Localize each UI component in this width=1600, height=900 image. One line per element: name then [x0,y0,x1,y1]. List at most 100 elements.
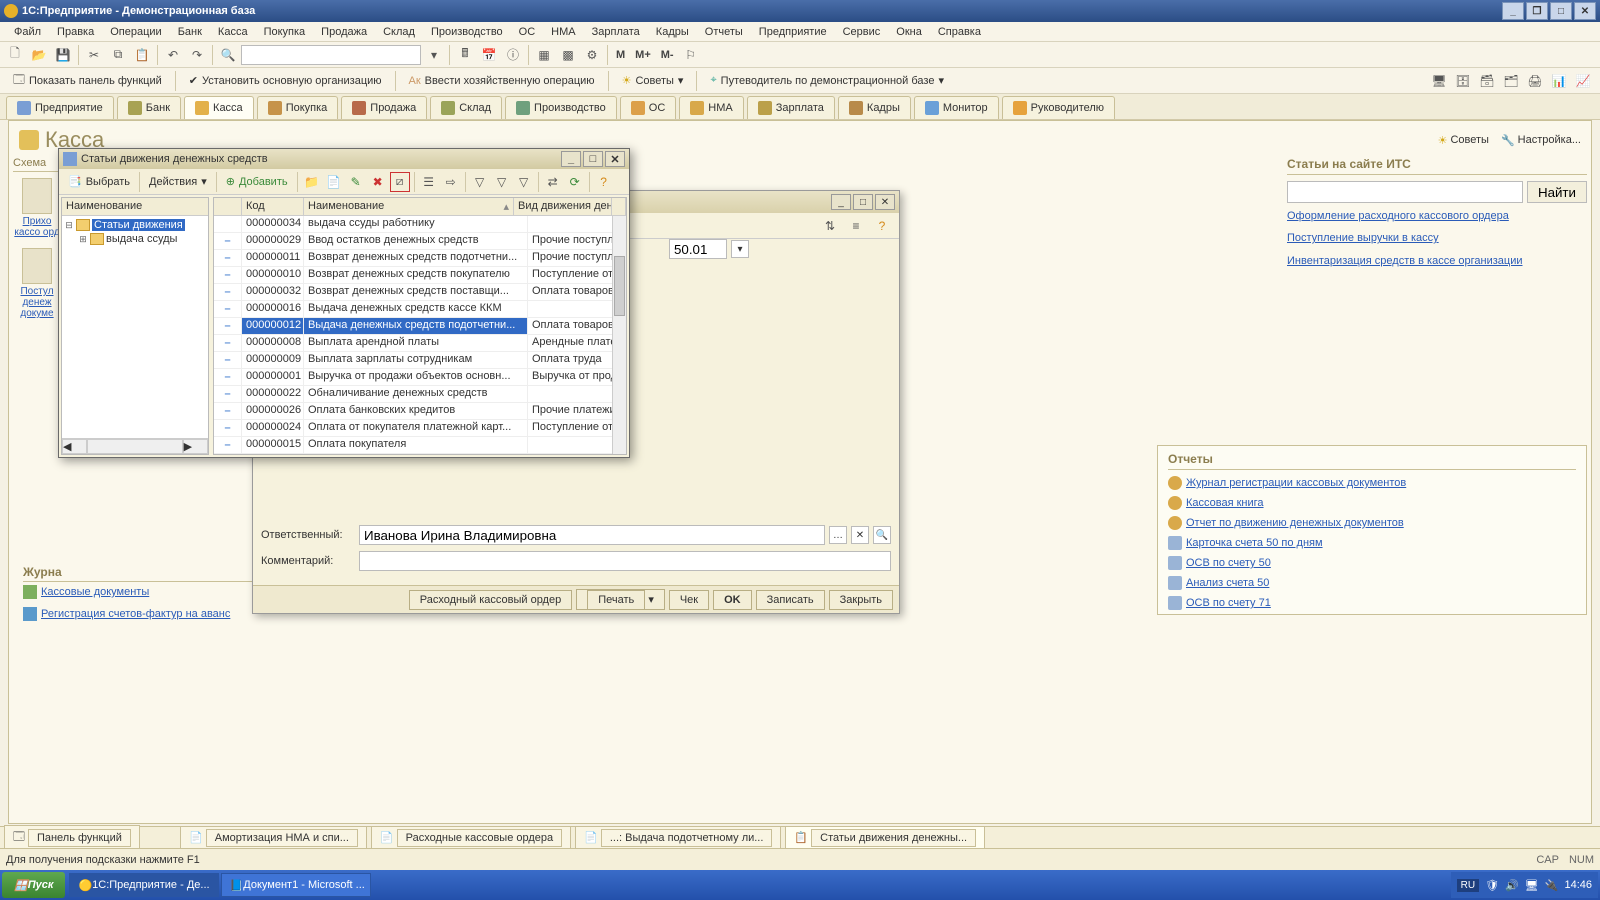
add-folder-icon[interactable]: 📁 [302,172,322,192]
report-7[interactable]: ОСВ по счету 71 [1168,596,1576,610]
ext-icon-7[interactable]: 📈 [1572,70,1594,92]
order-help-icon[interactable]: ? [871,215,893,237]
tree-root[interactable]: ⊟ Статьи движения [64,218,206,232]
start-button[interactable]: 🪟 Пуск [2,872,65,898]
go-icon[interactable]: ⇄ [543,172,563,192]
its-link-1[interactable]: Оформление расходного кассового ордера [1287,209,1587,223]
info-icon[interactable]: ⓘ [502,44,524,66]
menu-hr[interactable]: Кадры [648,24,697,40]
tray-icon-1[interactable]: 🛡 [1485,879,1499,892]
menu-edit[interactable]: Правка [49,24,102,40]
ext-icon-3[interactable]: 🗃 [1476,70,1498,92]
mark-delete-icon[interactable]: ⧄ [390,172,410,192]
mdi-win-2[interactable]: 📄 Расходные кассовые ордера [371,826,571,850]
redo-icon[interactable]: ↷ [186,44,208,66]
its-link-3[interactable]: Инвентаризация средств в кассе организац… [1287,254,1587,268]
menu-windows[interactable]: Окна [888,24,930,40]
report-5[interactable]: ОСВ по счету 50 [1168,556,1576,570]
tab-prod[interactable]: Производство [505,96,617,119]
its-find-button[interactable]: Найти [1527,181,1587,203]
menu-operations[interactable]: Операции [102,24,169,40]
open-icon[interactable]: 📂 [28,44,50,66]
modal-close-button[interactable]: ✕ [605,151,625,167]
menu-nma[interactable]: НМА [543,24,583,40]
select-button[interactable]: 📑 Выбрать [63,172,135,191]
order-write[interactable]: Записать [756,590,825,610]
menu-salary[interactable]: Зарплата [584,24,648,40]
scheme-icon-1[interactable] [22,178,52,214]
report-3[interactable]: Отчет по движению денежных документов [1168,516,1576,530]
set-org-button[interactable]: ✔Установить основную организацию [182,71,389,90]
ext-icon-6[interactable]: 📊 [1548,70,1570,92]
order-print-main[interactable]: Расходный кассовый ордер [409,590,572,610]
responsible-input[interactable] [359,525,825,545]
table-row[interactable]: –000000008Выплата арендной платыАрендные… [214,335,626,352]
order-close[interactable]: Закрыть [829,590,893,610]
menu-purchase[interactable]: Покупка [256,24,314,40]
hierarchy-icon[interactable]: ☰ [419,172,439,192]
menu-enterprise[interactable]: Предприятие [751,24,835,40]
tab-os[interactable]: ОС [620,96,677,119]
order-tool-1[interactable]: ⇅ [819,215,841,237]
order-close-button[interactable]: ✕ [875,194,895,210]
edit-icon[interactable]: ✎ [346,172,366,192]
tab-salary[interactable]: Зарплата [747,96,835,119]
report-4[interactable]: Карточка счета 50 по дням [1168,536,1576,550]
tab-purchase[interactable]: Покупка [257,96,339,119]
ext-icon-2[interactable]: 🗄 [1452,70,1474,92]
ext-icon-5[interactable]: 🖨 [1524,70,1546,92]
journal-link-1[interactable]: Кассовые документы [23,585,230,599]
its-search-input[interactable] [1287,181,1523,203]
tips-button[interactable]: ☀Советы▾ [615,71,691,90]
modal-max-button[interactable]: □ [583,151,603,167]
calc-icon[interactable]: 🖩 [454,44,476,66]
lang-indicator[interactable]: RU [1457,879,1479,892]
table-row[interactable]: –000000032Возврат денежных средств поста… [214,284,626,301]
actions-menu[interactable]: Действия ▾ [144,172,212,191]
col-name[interactable]: Наименование ▴ [304,198,514,215]
table-row[interactable]: –000000001Выручка от продажи объектов ос… [214,369,626,386]
guide-button[interactable]: ⌖Путеводитель по демонстрационной базе▾ [703,71,951,90]
order-print-menu[interactable]: Печать ▾ [576,589,665,610]
menu-file[interactable]: Файл [6,24,49,40]
menu-cash[interactable]: Касса [210,24,256,40]
calendar-icon[interactable]: 📅 [478,44,500,66]
delete-icon[interactable]: ✖ [368,172,388,192]
tab-monitor[interactable]: Монитор [914,96,999,119]
paste-icon[interactable]: 📋 [131,44,153,66]
scheme-icon-2[interactable] [22,248,52,284]
tray-icon-2[interactable]: 🔊 [1505,879,1519,892]
modal-help-icon[interactable]: ? [594,172,614,192]
tab-sale[interactable]: Продажа [341,96,427,119]
order-ok[interactable]: OK [713,590,752,610]
tab-boss[interactable]: Руководителю [1002,96,1115,119]
report-1[interactable]: Журнал регистрации кассовых документов [1168,476,1576,490]
close-button[interactable]: ✕ [1574,2,1596,20]
menu-service[interactable]: Сервис [835,24,889,40]
tray-icon-3[interactable]: 🖥 [1525,879,1539,892]
search-icon[interactable]: 🔍 [217,44,239,66]
report-6[interactable]: Анализ счета 50 [1168,576,1576,590]
mdi-win-4[interactable]: 📋 Статьи движения денежны... [785,826,985,850]
mdi-panel[interactable]: 🗔 Панель функций [4,825,140,850]
order-receipt[interactable]: Чек [669,590,709,610]
tree-child[interactable]: ⊞ выдача ссуды [64,232,206,246]
tab-nma[interactable]: НМА [679,96,743,119]
comment-input[interactable] [359,551,891,571]
menu-os[interactable]: ОС [511,24,544,40]
undo-icon[interactable]: ↶ [162,44,184,66]
account-input[interactable] [669,239,727,259]
table-row[interactable]: –000000024Оплата от покупателя платежной… [214,420,626,437]
page-settings[interactable]: 🔧Настройка... [1501,134,1581,147]
minimize-button[interactable]: _ [1502,2,1524,20]
responsible-choose[interactable]: … [829,526,847,544]
col-kind[interactable]: Вид движения дене... [514,198,612,215]
page-tips[interactable]: ☀Советы [1438,134,1489,147]
oper-button[interactable]: АкВвести хозяйственную операцию [402,72,602,90]
add-button[interactable]: ⊕ Добавить [221,172,293,191]
journal-link-2[interactable]: Регистрация счетов-фактур на аванс [23,607,230,621]
maximize-button[interactable]: □ [1550,2,1572,20]
search-input[interactable] [241,45,421,65]
tab-cash[interactable]: Касса [184,96,254,119]
table-row[interactable]: –000000016Выдача денежных средств кассе … [214,301,626,318]
